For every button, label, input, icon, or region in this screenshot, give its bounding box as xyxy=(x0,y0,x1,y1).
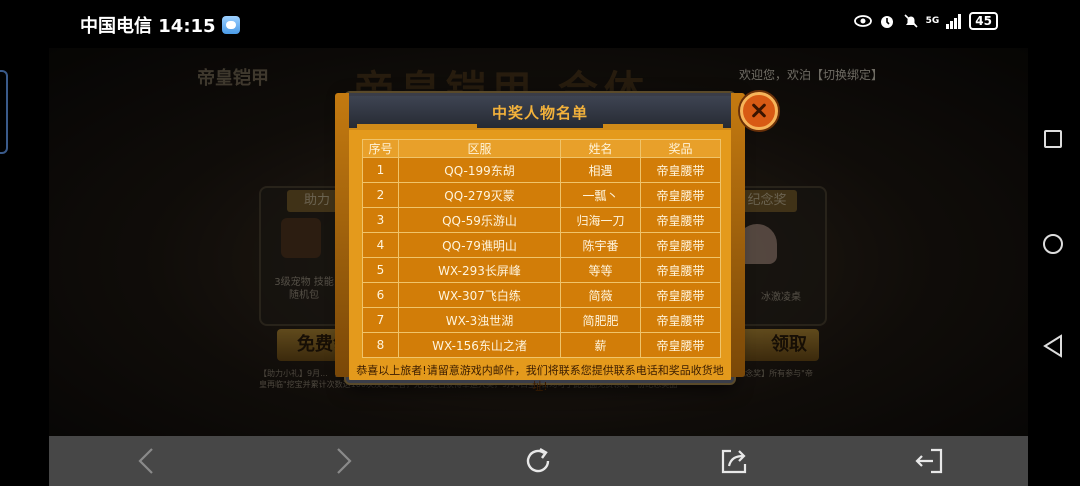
column-header: 奖品 xyxy=(640,139,721,158)
forward-arrow-icon[interactable] xyxy=(326,445,358,477)
webview: 帝皇铠甲 帝皇铠甲 合体 欢迎您，欢泊【切换绑定】 助力 纪念奖 3级宠物 技能… xyxy=(49,48,1028,436)
cell-server: WX-156东山之渚 xyxy=(398,332,561,358)
status-bar: 中国电信 14:15 5G 45 xyxy=(0,0,1080,46)
table-row: 5 WX-293长屏峰 等等 帝皇腰带 xyxy=(362,257,721,283)
cell-name: 相遇 xyxy=(560,157,641,183)
exit-icon[interactable] xyxy=(913,445,945,477)
cell-no: 3 xyxy=(362,207,399,233)
cell-prize: 帝皇腰带 xyxy=(640,332,721,358)
cell-prize: 帝皇腰带 xyxy=(640,207,721,233)
cell-server: QQ-279灭蒙 xyxy=(398,182,561,208)
signal-icon xyxy=(946,14,962,29)
cell-server: WX-3浊世湖 xyxy=(398,307,561,333)
back-arrow-icon[interactable] xyxy=(132,445,164,477)
recent-apps-icon[interactable] xyxy=(1044,130,1062,148)
cell-prize: 帝皇腰带 xyxy=(640,157,721,183)
refresh-icon[interactable] xyxy=(522,445,554,477)
back-triangle-icon[interactable] xyxy=(1042,334,1064,358)
column-header: 序号 xyxy=(362,139,399,158)
table-row: 7 WX-3浊世湖 简肥肥 帝皇腰带 xyxy=(362,307,721,333)
cell-no: 6 xyxy=(362,282,399,308)
table-header-row: 序号 区服 姓名 奖品 xyxy=(362,139,721,158)
cell-server: WX-293长屏峰 xyxy=(398,257,561,283)
cell-server: QQ-79谯明山 xyxy=(398,232,561,258)
table-row: 6 WX-307飞白练 简薇 帝皇腰带 xyxy=(362,282,721,308)
cell-prize: 帝皇腰带 xyxy=(640,182,721,208)
cell-no: 7 xyxy=(362,307,399,333)
cell-name: 简薇 xyxy=(560,282,641,308)
header-rail-left xyxy=(357,124,477,128)
mute-bell-icon xyxy=(904,14,918,28)
cell-name: 陈宇番 xyxy=(560,232,641,258)
modal-header: 中奖人物名单 xyxy=(349,96,731,130)
congrats-message: 恭喜以上旅者!请留意游戏内邮件，我们将联系您提供联系电话和奖品收货地址! xyxy=(356,364,724,393)
cell-prize: 帝皇腰带 xyxy=(640,257,721,283)
network-label: 5G xyxy=(925,16,940,26)
cell-name: 一瓢丶 xyxy=(560,182,641,208)
table-row: 4 QQ-79谯明山 陈宇番 帝皇腰带 xyxy=(362,232,721,258)
cell-no: 1 xyxy=(362,157,399,183)
cell-no: 2 xyxy=(362,182,399,208)
cell-server: QQ-199东胡 xyxy=(398,157,561,183)
winners-modal: 中奖人物名单 序号 区服 姓名 奖品 1 QQ-199东胡 相遇 帝皇腰带 2 … xyxy=(335,93,745,393)
table-row: 2 QQ-279灭蒙 一瓢丶 帝皇腰带 xyxy=(362,182,721,208)
cell-name: 归海一刀 xyxy=(560,207,641,233)
system-nav-bar xyxy=(1028,48,1080,486)
cell-name: 等等 xyxy=(560,257,641,283)
column-header: 区服 xyxy=(398,139,561,158)
header-rail-right xyxy=(603,124,723,128)
cell-no: 5 xyxy=(362,257,399,283)
cell-prize: 帝皇腰带 xyxy=(640,307,721,333)
browser-toolbar xyxy=(49,436,1028,486)
cell-server: WX-307飞白练 xyxy=(398,282,561,308)
alarm-icon xyxy=(880,16,893,28)
status-left: 中国电信 14:15 xyxy=(80,12,240,38)
battery-indicator: 45 xyxy=(969,12,998,30)
modal-title: 中奖人物名单 xyxy=(491,104,588,122)
carrier-time: 中国电信 14:15 xyxy=(80,16,216,37)
cell-name: 简肥肥 xyxy=(560,307,641,333)
cell-name: 薪 xyxy=(560,332,641,358)
edge-handle[interactable] xyxy=(0,70,8,154)
cell-no: 8 xyxy=(362,332,399,358)
column-header: 姓名 xyxy=(560,139,641,158)
winners-table: 序号 区服 姓名 奖品 1 QQ-199东胡 相遇 帝皇腰带 2 QQ-279灭… xyxy=(362,139,721,358)
cell-prize: 帝皇腰带 xyxy=(640,232,721,258)
status-right: 5G 45 xyxy=(853,12,998,30)
cell-server: QQ-59乐游山 xyxy=(398,207,561,233)
table-row: 8 WX-156东山之渚 薪 帝皇腰带 xyxy=(362,332,721,358)
cell-prize: 帝皇腰带 xyxy=(640,282,721,308)
table-row: 3 QQ-59乐游山 归海一刀 帝皇腰带 xyxy=(362,207,721,233)
eye-icon xyxy=(853,15,872,27)
home-icon[interactable] xyxy=(1043,234,1063,254)
share-icon[interactable] xyxy=(718,445,750,477)
close-button[interactable] xyxy=(740,92,778,130)
cell-no: 4 xyxy=(362,232,399,258)
table-row: 1 QQ-199东胡 相遇 帝皇腰带 xyxy=(362,157,721,183)
weather-icon xyxy=(221,16,240,34)
